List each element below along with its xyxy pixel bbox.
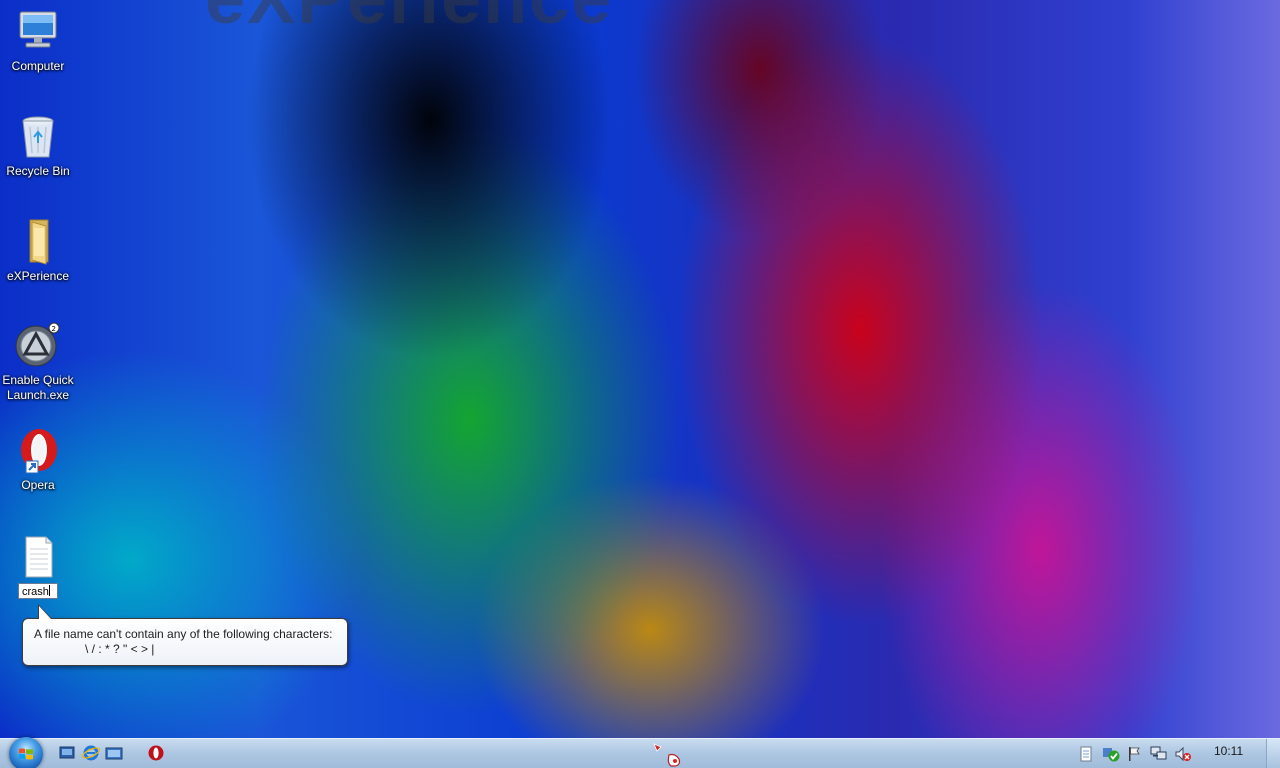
desktop-icon-experience-folder[interactable]: eXPerience [0,218,76,284]
network-icon[interactable] [1150,746,1168,762]
opera-taskbar-icon[interactable] [147,745,165,761]
text-file-icon [14,535,62,579]
wallpaper-watermark: eXPerience [205,0,613,40]
svg-text:2: 2 [52,325,56,333]
desktop-icon-recycle-bin[interactable]: Recycle Bin [0,113,76,179]
opera-icon [14,427,62,475]
balloon-tail-fill [39,606,51,619]
desktop-icon-label: Recycle Bin [6,164,70,178]
volume-muted-icon[interactable] [1174,746,1192,762]
desktop-icon-label: eXPerience [6,269,70,283]
show-desktop-button[interactable] [1266,739,1280,768]
balloon-invalid-chars: \ / : * ? " < > | [85,642,155,656]
invalid-filename-balloon: A file name can't contain any of the fol… [22,618,348,666]
windows-start-orb-icon[interactable] [9,737,43,768]
desktop-icon-label: Opera [21,478,55,492]
balloon-message: A file name can't contain any of the fol… [34,627,333,641]
desktop-icon-label: Computer [11,59,65,73]
quick-launch-app-icon: 2 [14,322,62,370]
computer-icon [14,8,62,56]
show-desktop-icon[interactable] [58,745,76,761]
internet-explorer-icon[interactable] [82,745,100,761]
desktop-icon-enable-quick-launch[interactable]: 2 Enable Quick Launch.exe [0,322,76,403]
desktop-icon-computer[interactable]: Computer [0,8,76,74]
switch-windows-icon[interactable] [105,745,123,761]
taskbar-clock[interactable]: 10:11 [1214,744,1243,758]
desktop-icon-crash-file[interactable] [0,535,76,579]
desktop-icon-label: Enable Quick Launch.exe [2,373,74,402]
rename-input[interactable]: crash [18,583,58,599]
desktop-icon-opera[interactable]: Opera [0,427,76,493]
mouse-cursor-icon [653,743,683,768]
security-center-icon[interactable] [1102,746,1120,762]
folder-icon [14,218,62,266]
notepad-tray-icon[interactable] [1078,746,1096,762]
action-center-flag-icon[interactable] [1126,746,1144,762]
desktop-background[interactable]: eXPerience Computer Recycle Bin [0,0,1280,738]
text-caret [48,585,50,596]
recycle-bin-icon [14,113,62,161]
